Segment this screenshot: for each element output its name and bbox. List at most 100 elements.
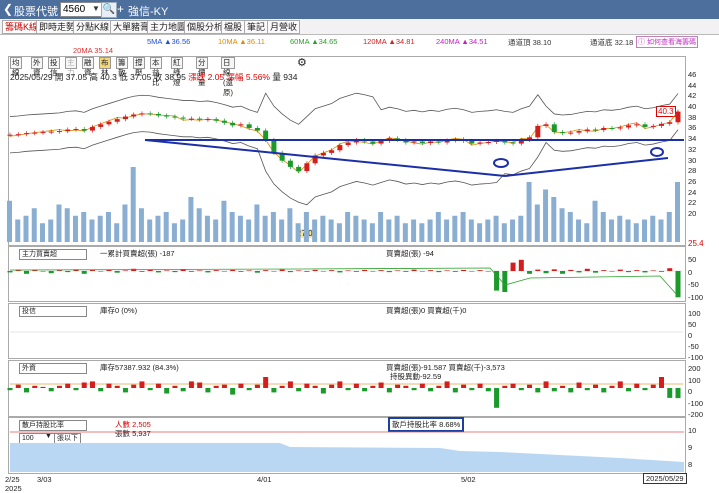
foreign-bar-23 (197, 382, 203, 388)
candle-body-26 (221, 120, 227, 123)
foreign-bar-31 (263, 377, 269, 388)
foreign-bar-14 (122, 388, 128, 393)
foreign-bar-79 (659, 377, 665, 388)
foreign-bar-37 (312, 385, 318, 388)
foreign-bar-22 (188, 381, 194, 388)
mf-bar-60 (502, 271, 508, 292)
foreign-bar-76 (634, 383, 640, 388)
mf-bar-75 (626, 271, 632, 273)
mf-bar-53 (444, 270, 450, 271)
foreign-bar-47 (395, 384, 401, 388)
candle-body-75 (626, 125, 632, 128)
candle-body-1 (15, 134, 21, 136)
mf-bar-40 (337, 271, 343, 273)
candle-body-60 (502, 140, 508, 143)
candle-body-21 (180, 117, 186, 119)
volume-bar-14 (122, 204, 128, 242)
mf-bar-23 (197, 270, 203, 271)
candle-body-15 (131, 114, 137, 117)
candle-body-71 (593, 129, 599, 131)
foreign-bar-74 (617, 381, 623, 388)
foreign-bar-73 (609, 385, 615, 388)
volume-bar-4 (39, 223, 45, 242)
candle-body-66 (551, 124, 557, 133)
candle-body-64 (535, 125, 541, 138)
candle-body-25 (213, 119, 219, 121)
candle-body-27 (230, 122, 236, 126)
mf-bar-55 (461, 269, 467, 271)
mf-bar-77 (642, 271, 648, 273)
foreign-bar-16 (139, 381, 145, 388)
mf-bar-28 (238, 271, 244, 272)
volume-bar-48 (402, 223, 408, 242)
mf-bar-45 (378, 270, 384, 271)
candle-body-11 (98, 124, 104, 127)
foreign-bar-42 (353, 383, 359, 388)
marker-circle-2 (650, 147, 664, 157)
foreign-bar-21 (180, 388, 186, 392)
volume-bar-15 (130, 167, 136, 242)
volume-bar-20 (171, 223, 177, 242)
foreign-bar-30 (254, 384, 260, 388)
foreign-bar-15 (131, 384, 137, 388)
volume-bar-61 (510, 219, 516, 242)
mf-bar-41 (345, 270, 351, 271)
volume-bar-2 (23, 215, 29, 242)
foreign-bar-68 (568, 388, 574, 393)
candle-body-57 (477, 142, 483, 144)
candle-body-7 (65, 129, 71, 132)
candle-body-72 (601, 127, 607, 131)
candle-body-30 (254, 127, 260, 131)
mf-bar-38 (320, 271, 326, 272)
mf-bar-4 (40, 271, 46, 272)
foreign-bar-6 (56, 385, 62, 388)
volume-bar-47 (394, 215, 400, 242)
candle-body-51 (428, 141, 434, 144)
mf-bar-13 (114, 271, 120, 273)
candle-body-28 (238, 124, 244, 126)
foreign-bar-9 (81, 382, 87, 388)
volume-bar-43 (361, 219, 367, 242)
foreign-bar-11 (98, 388, 104, 392)
candle-body-80 (667, 122, 673, 124)
foreign-bar-3 (32, 385, 38, 388)
volume-bar-16 (138, 208, 144, 242)
foreign-bar-36 (304, 383, 310, 388)
mf-bar-14 (122, 270, 128, 271)
mf-bar-19 (164, 270, 170, 271)
candle-body-73 (609, 127, 615, 129)
ma-line (9, 110, 679, 174)
mf-bar-32 (271, 271, 277, 272)
foreign-bar-44 (370, 385, 376, 388)
mf-bar-57 (477, 270, 483, 271)
candle-body-9 (81, 129, 87, 131)
mf-bar-11 (98, 271, 104, 272)
candle-body-38 (320, 152, 326, 156)
candle-body-36 (304, 163, 310, 172)
foreign-bar-24 (205, 388, 211, 393)
foreign-bar-35 (296, 388, 302, 392)
foreign-bar-77 (642, 388, 648, 391)
mf-bar-22 (188, 271, 194, 272)
mf-bar-25 (213, 270, 219, 271)
mf-bar-71 (593, 271, 599, 273)
foreign-bar-46 (386, 388, 392, 393)
volume-bar-70 (584, 223, 590, 242)
mf-bar-58 (485, 271, 491, 272)
candle-body-16 (139, 113, 145, 115)
volume-bar-33 (279, 219, 285, 242)
foreign-bar-56 (469, 388, 475, 391)
candle-body-44 (370, 141, 376, 144)
marker-circle-1 (493, 158, 509, 168)
candle-body-70 (584, 129, 590, 132)
foreign-bar-61 (510, 383, 516, 388)
holders-area (10, 443, 684, 472)
foreign-bar-80 (667, 388, 673, 398)
mf-bar-64 (535, 269, 541, 271)
volume-bar-5 (48, 219, 54, 242)
volume-bar-77 (642, 219, 648, 242)
volume-bar-46 (386, 219, 392, 242)
foreign-bar-26 (221, 384, 227, 388)
foreign-bar-29 (246, 388, 252, 391)
foreign-bar-13 (114, 385, 120, 388)
